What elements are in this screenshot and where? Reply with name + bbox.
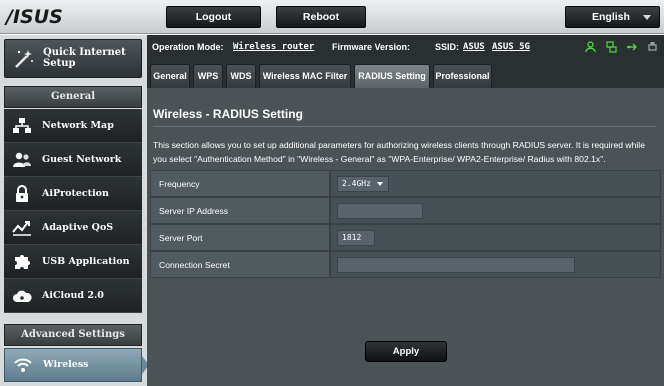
server-port-input[interactable]: 1812 — [337, 230, 375, 246]
asus-logo: /ISUS — [6, 6, 63, 28]
general-menu: Network Map Guest Network AiProtection A… — [4, 109, 142, 313]
puzzle-icon — [15, 255, 30, 269]
sidebar-item-label: Adaptive QoS — [42, 222, 114, 233]
qos-icon — [12, 221, 31, 236]
network-status-icon[interactable] — [606, 41, 617, 53]
server-port-value-cell: 1812 — [330, 224, 661, 251]
sidebar-item-aiprotection[interactable]: AiProtection — [4, 177, 142, 211]
sidebar-item-guest-network[interactable]: Guest Network — [4, 143, 142, 177]
general-section-header: General — [4, 86, 142, 108]
frequency-value: 2.4GHz — [342, 179, 371, 188]
page-description: This section allows you to set up additi… — [153, 140, 645, 164]
apply-button[interactable]: Apply — [365, 341, 447, 362]
reboot-button[interactable]: Reboot — [276, 6, 366, 28]
server-ip-label: Server IP Address — [150, 197, 330, 224]
tab-wireless-mac-filter[interactable]: Wireless MAC Filter — [259, 64, 351, 88]
connection-secret-label: Connection Secret — [150, 251, 330, 278]
frequency-select[interactable]: 2.4GHz — [337, 176, 389, 192]
sidebar-item-label: Network Map — [42, 120, 114, 131]
sidebar-item-network-map[interactable]: Network Map — [4, 109, 142, 143]
wand-icon — [15, 50, 33, 68]
main-panel: Operation Mode: Wireless router Firmware… — [147, 35, 664, 386]
usb-status-icon[interactable] — [626, 41, 638, 53]
wifi-icon — [14, 358, 32, 372]
server-port-label: Server Port — [150, 224, 330, 251]
chevron-down-icon — [377, 182, 383, 186]
form-row-connection-secret: Connection Secret — [150, 251, 661, 278]
sidebar-item-label: AiCloud 2.0 — [42, 290, 104, 301]
status-icons — [578, 41, 658, 55]
form-row-server-ip: Server IP Address — [150, 197, 661, 224]
op-mode-link[interactable]: Wireless router — [233, 42, 314, 52]
tab-professional[interactable]: Professional — [433, 64, 492, 88]
connection-secret-input[interactable] — [337, 257, 575, 273]
printer-status-icon[interactable] — [647, 41, 658, 53]
sidebar-item-label: USB Application — [42, 256, 130, 267]
form-row-frequency: Frequency 2.4GHz — [150, 170, 661, 197]
status-info-bar: Operation Mode: Wireless router Firmware… — [147, 35, 664, 61]
sidebar-item-adaptive-qos[interactable]: Adaptive QoS — [4, 211, 142, 245]
tab-wds[interactable]: WDS — [226, 64, 256, 88]
language-label: English — [592, 11, 630, 23]
ssid-link-5g[interactable]: ASUS_5G — [492, 42, 530, 52]
language-select[interactable]: English — [565, 6, 660, 28]
top-bar: /ISUS Logout Reboot English — [0, 0, 664, 34]
sidebar: Quick Internet Setup General Network Map… — [0, 35, 149, 386]
title-divider — [153, 126, 656, 127]
quick-internet-setup-label: Quick Internet Setup — [43, 47, 126, 69]
content-panel: Wireless - RADIUS Setting This section a… — [147, 88, 664, 386]
server-ip-value-cell — [330, 197, 661, 224]
tab-radius-setting[interactable]: RADIUS Setting — [354, 64, 430, 89]
ssid-link-2g[interactable]: ASUS — [463, 42, 485, 52]
frequency-value-cell: 2.4GHz — [330, 170, 661, 197]
frequency-label: Frequency — [150, 170, 330, 197]
sidebar-item-wireless[interactable]: Wireless — [4, 348, 142, 382]
tab-general[interactable]: General — [150, 64, 190, 88]
connection-secret-value-cell — [330, 251, 661, 278]
sidebar-item-label: AiProtection — [42, 188, 109, 199]
ssid-label: SSID: — [435, 42, 460, 52]
chevron-down-icon — [643, 15, 651, 20]
firmware-label: Firmware Version: — [332, 42, 411, 52]
tab-bar: General WPS WDS Wireless MAC Filter RADI… — [147, 61, 664, 89]
radius-form: Frequency 2.4GHz Server IP Address Serve… — [150, 170, 661, 278]
user-status-icon[interactable] — [585, 41, 597, 53]
page-title: Wireless - RADIUS Setting — [153, 107, 303, 121]
op-mode-label: Operation Mode: — [152, 42, 224, 52]
server-ip-input[interactable] — [337, 203, 423, 219]
lock-icon — [16, 185, 28, 202]
advanced-settings-header: Advanced Settings — [4, 324, 142, 346]
guest-network-icon — [13, 152, 31, 167]
logout-button[interactable]: Logout — [166, 6, 261, 28]
tab-wps[interactable]: WPS — [193, 64, 223, 88]
sidebar-item-label: Wireless — [43, 359, 89, 370]
cloud-icon — [13, 290, 32, 302]
network-map-icon — [13, 118, 31, 133]
quick-internet-setup-button[interactable]: Quick Internet Setup — [4, 39, 142, 78]
sidebar-item-label: Guest Network — [42, 154, 122, 165]
sidebar-item-aicloud[interactable]: AiCloud 2.0 — [4, 279, 142, 313]
form-row-server-port: Server Port 1812 — [150, 224, 661, 251]
sidebar-item-usb-application[interactable]: USB Application — [4, 245, 142, 279]
